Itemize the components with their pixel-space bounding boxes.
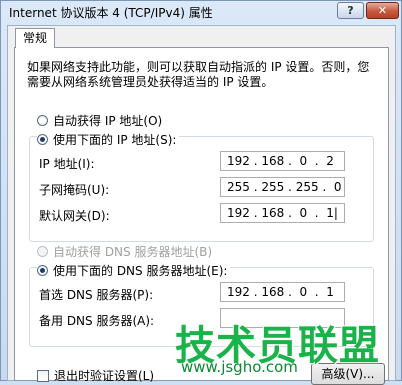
tab-general[interactable]: 常规 <box>15 28 55 48</box>
ip-address-label: IP 地址(I): <box>39 157 95 171</box>
default-gateway-field[interactable]: 192 . 168 . 0 . 1| <box>220 203 345 223</box>
validate-settings-label: 退出时验证设置(L) <box>54 369 155 383</box>
alternate-dns-label: 备用 DNS 服务器(A): <box>39 314 155 328</box>
preferred-dns-label: 首选 DNS 服务器(P): <box>39 288 154 302</box>
dns-auto-option[interactable]: 自动获得 DNS 服务器地址(B) <box>37 243 212 260</box>
dns-auto-radio[interactable] <box>37 246 48 257</box>
dns-manual-label: 使用下面的 DNS 服务器地址(E): <box>53 264 228 278</box>
ip-manual-option[interactable]: 使用下面的 IP 地址(S): <box>37 131 180 148</box>
validate-settings-option[interactable]: 退出时验证设置(L) <box>37 367 154 384</box>
preferred-dns-field[interactable]: 192 . 168 . 0 . 1 <box>220 282 345 302</box>
dns-auto-label: 自动获得 DNS 服务器地址(B) <box>53 245 213 259</box>
close-button[interactable]: ✕ <box>366 2 399 19</box>
ip-address-field[interactable]: 192 . 168 . 0 . 2 <box>220 151 345 171</box>
help-button[interactable]: ? <box>337 2 364 19</box>
watermark-url: www.jsgho.com <box>181 358 298 376</box>
dns-manual-radio[interactable] <box>37 265 48 276</box>
ip-auto-radio[interactable] <box>37 115 48 126</box>
subnet-mask-label: 子网掩码(U): <box>39 183 110 197</box>
ip-auto-label: 自动获得 IP 地址(O) <box>53 114 163 128</box>
title-bar[interactable]: Internet 协议版本 4 (TCP/IPv4) 属性 ? ✕ <box>1 1 401 23</box>
window-title: Internet 协议版本 4 (TCP/IPv4) 属性 <box>9 6 213 20</box>
subnet-mask-field[interactable]: 255 . 255 . 255 . 0 <box>220 177 345 197</box>
validate-settings-checkbox[interactable] <box>37 369 49 382</box>
ip-auto-option[interactable]: 自动获得 IP 地址(O) <box>37 112 162 129</box>
ip-manual-label: 使用下面的 IP 地址(S): <box>53 133 177 147</box>
dialog-window: Internet 协议版本 4 (TCP/IPv4) 属性 ? ✕ 常规 如果网… <box>0 0 402 385</box>
description-text: 如果网络支持此功能，则可以获取自动指派的 IP 设置。否则，您需要从网络系统管理… <box>27 60 370 89</box>
ip-manual-radio[interactable] <box>37 134 48 145</box>
default-gateway-label: 默认网关(D): <box>39 209 110 223</box>
dns-manual-option[interactable]: 使用下面的 DNS 服务器地址(E): <box>37 262 231 279</box>
